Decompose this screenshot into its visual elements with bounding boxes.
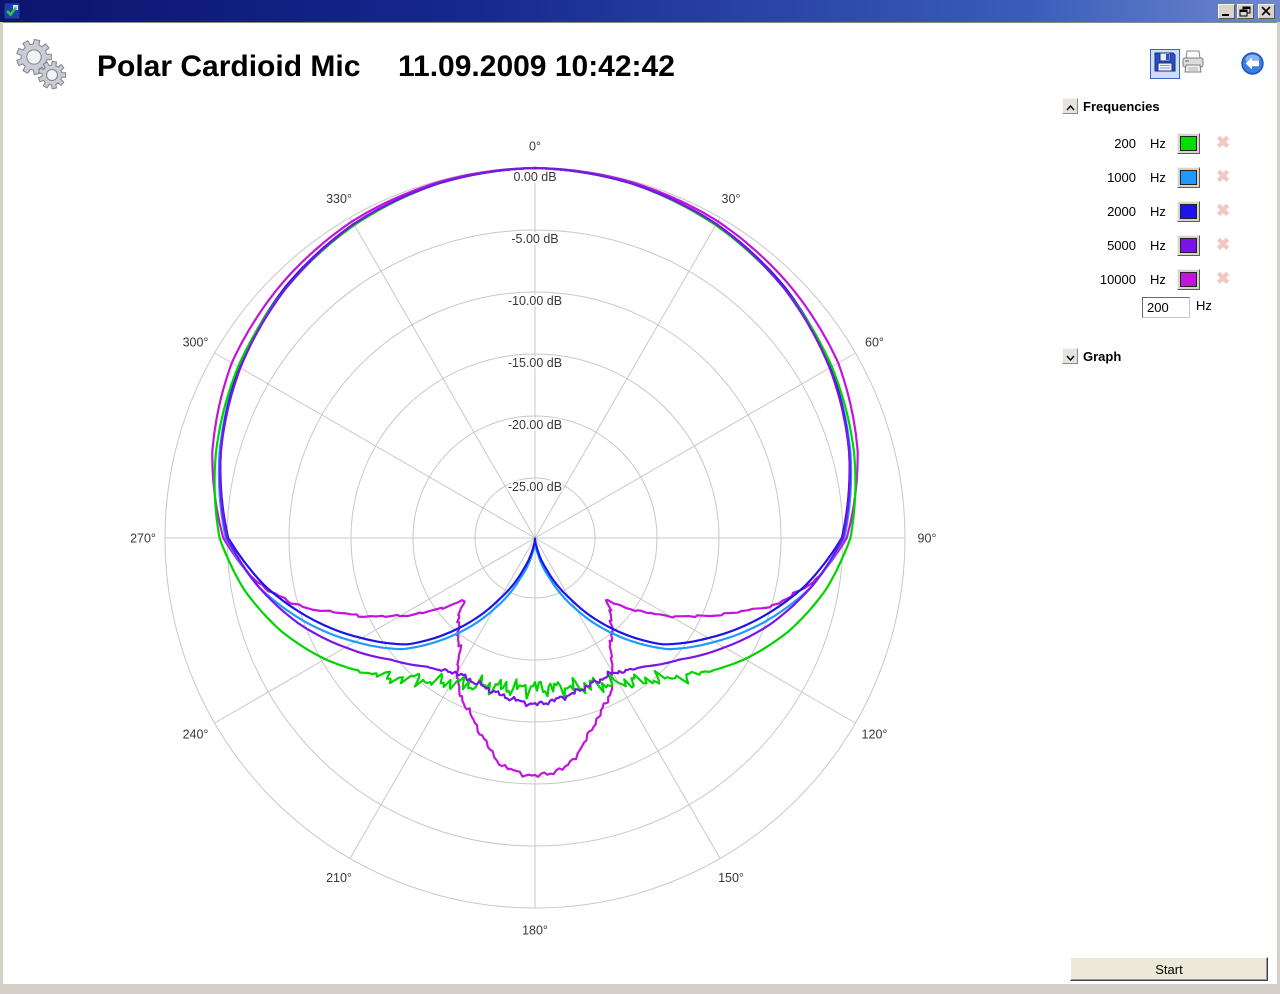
frequency-unit: Hz	[1150, 272, 1166, 287]
frequency-input-unit: Hz	[1196, 298, 1212, 313]
page-title: Polar Cardioid Mic	[97, 50, 360, 84]
color-swatch	[1180, 204, 1197, 219]
frequency-input[interactable]	[1142, 297, 1190, 318]
start-button[interactable]: Start	[1070, 957, 1268, 981]
frequency-unit: Hz	[1150, 170, 1166, 185]
timestamp: 11.09.2009 10:42:42	[398, 50, 675, 84]
frequency-unit: Hz	[1150, 238, 1166, 253]
color-swatch-button[interactable]	[1177, 235, 1200, 256]
frequency-input-row: Hz	[1055, 297, 1273, 321]
color-swatch	[1180, 170, 1197, 185]
app-icon	[4, 3, 20, 19]
close-button[interactable]	[1258, 4, 1275, 19]
sidebar: Frequencies 200Hz✖1000Hz✖2000Hz✖5000Hz✖1…	[1055, 90, 1273, 390]
back-button[interactable]	[1240, 51, 1265, 76]
chevron-down-icon	[1066, 349, 1075, 364]
frequencies-section-header: Frequencies	[1055, 98, 1273, 116]
frequency-row: 1000 Hz ✖	[1055, 168, 1273, 188]
save-button[interactable]	[1150, 49, 1180, 79]
frequencies-section-label: Frequencies	[1083, 99, 1160, 114]
collapse-frequencies-button[interactable]	[1062, 98, 1078, 114]
app-window: Polar Cardioid Mic 11.09.2009 10:42:42	[0, 0, 1280, 994]
color-swatch	[1180, 136, 1197, 151]
frequency-unit: Hz	[1150, 136, 1166, 151]
chevron-up-icon	[1066, 99, 1075, 114]
color-swatch	[1180, 238, 1197, 253]
x-delete-icon[interactable]: ✖	[1216, 269, 1230, 289]
color-swatch-button[interactable]	[1177, 133, 1200, 154]
color-swatch-button[interactable]	[1177, 269, 1200, 290]
restore-button[interactable]	[1237, 4, 1254, 19]
print-button[interactable]	[1179, 50, 1207, 78]
window-controls	[1218, 4, 1275, 19]
frequency-value: 1000	[1055, 170, 1136, 185]
x-delete-icon[interactable]: ✖	[1216, 133, 1230, 153]
color-swatch	[1180, 272, 1197, 287]
print-icon	[1180, 49, 1206, 80]
x-delete-icon[interactable]: ✖	[1216, 201, 1230, 221]
color-swatch-button[interactable]	[1177, 167, 1200, 188]
frequency-value: 200	[1055, 136, 1136, 151]
frequency-unit: Hz	[1150, 204, 1166, 219]
frequency-row: 5000 Hz ✖	[1055, 236, 1273, 256]
collapse-graph-button[interactable]	[1062, 348, 1078, 364]
gears-icon	[12, 36, 70, 92]
x-delete-icon[interactable]: ✖	[1216, 167, 1230, 187]
frequency-row: 200 Hz ✖	[1055, 134, 1273, 154]
color-swatch-button[interactable]	[1177, 201, 1200, 222]
frequency-row: 10000 Hz ✖	[1055, 270, 1273, 290]
back-icon	[1240, 63, 1265, 80]
graph-section-label: Graph	[1083, 349, 1121, 364]
frequency-value: 10000	[1055, 272, 1136, 287]
frequency-value: 5000	[1055, 238, 1136, 253]
graph-section-header: Graph	[1055, 348, 1273, 366]
frequency-row: 2000 Hz ✖	[1055, 202, 1273, 222]
save-icon	[1153, 50, 1177, 79]
minimize-button[interactable]	[1218, 4, 1235, 19]
frequency-value: 2000	[1055, 204, 1136, 219]
window-bottom-frame	[0, 984, 1280, 994]
x-delete-icon[interactable]: ✖	[1216, 235, 1230, 255]
titlebar[interactable]	[0, 0, 1280, 22]
